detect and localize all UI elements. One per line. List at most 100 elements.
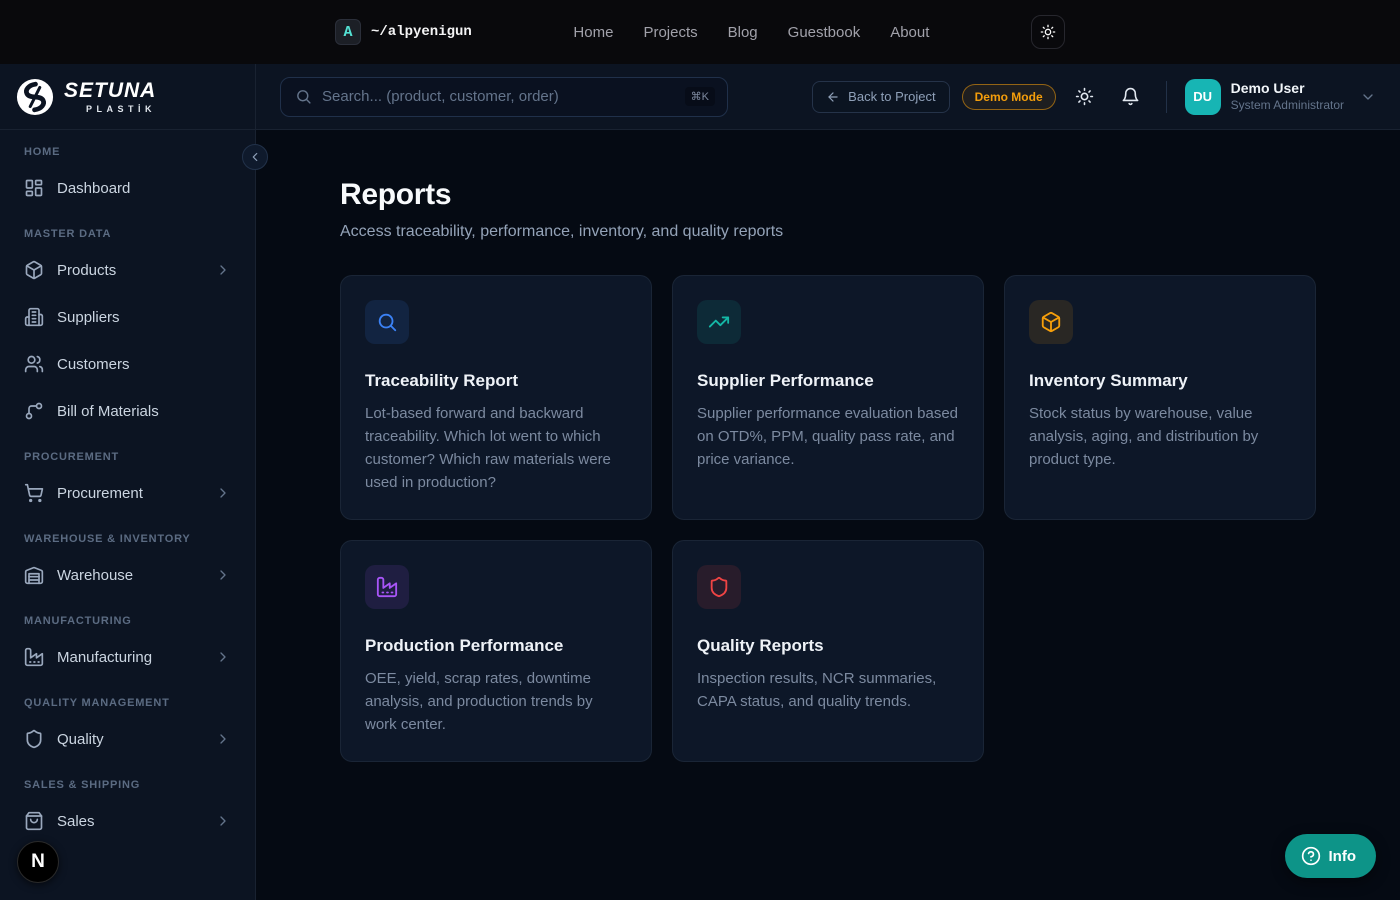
- user-role: System Administrator: [1231, 98, 1344, 113]
- factory-icon: [24, 647, 44, 667]
- warehouse-icon: [24, 565, 44, 585]
- card-title: Supplier Performance: [697, 371, 959, 391]
- sidebar-item-quality[interactable]: Quality: [12, 717, 243, 761]
- app-shell: SETUNA PLASTİK HOME Dashboard MASTER DAT…: [0, 64, 1400, 900]
- brand-subtitle: PLASTİK: [64, 105, 156, 114]
- sidebar-item-label: Suppliers: [57, 309, 231, 326]
- chevron-right-icon: [215, 813, 231, 829]
- chevron-right-icon: [215, 649, 231, 665]
- top-nav-bar: A ~/alpyenigun Home Projects Blog Guestb…: [0, 0, 1400, 64]
- top-nav-about[interactable]: About: [890, 24, 929, 41]
- sidebar-brand[interactable]: SETUNA PLASTİK: [0, 64, 255, 130]
- a-logo-icon: A: [335, 19, 361, 45]
- sun-icon: [1075, 87, 1094, 106]
- sidebar-nav: HOME Dashboard MASTER DATA Products: [0, 130, 255, 846]
- section-label-procurement: PROCUREMENT: [24, 451, 231, 463]
- sidebar-item-customers[interactable]: Customers: [12, 342, 243, 386]
- chevron-right-icon: [215, 485, 231, 501]
- app-header: ⌘K Back to Project Demo Mode: [256, 64, 1400, 130]
- card-quality-reports[interactable]: Quality Reports Inspection results, NCR …: [672, 540, 984, 762]
- top-nav-home[interactable]: Home: [573, 24, 613, 41]
- card-inventory-summary[interactable]: Inventory Summary Stock status by wareho…: [1004, 275, 1316, 520]
- main-column: ⌘K Back to Project Demo Mode: [256, 64, 1400, 900]
- shield-icon: [697, 565, 741, 609]
- page-subtitle: Access traceability, performance, invent…: [340, 223, 1316, 241]
- notifications-button[interactable]: [1114, 80, 1148, 114]
- help-circle-icon: [1301, 846, 1321, 866]
- card-traceability-report[interactable]: Traceability Report Lot-based forward an…: [340, 275, 652, 520]
- card-title: Inventory Summary: [1029, 371, 1291, 391]
- chevron-right-icon: [215, 567, 231, 583]
- building-icon: [24, 307, 44, 327]
- sun-icon: [1040, 24, 1056, 40]
- sidebar-item-dashboard[interactable]: Dashboard: [12, 166, 243, 210]
- sidebar-item-label: Procurement: [57, 485, 202, 502]
- sidebar-item-label: Products: [57, 262, 202, 279]
- section-label-home: HOME: [24, 146, 231, 158]
- demo-mode-badge: Demo Mode: [962, 84, 1056, 110]
- package-icon: [24, 260, 44, 280]
- trending-up-icon: [697, 300, 741, 344]
- top-nav-blog[interactable]: Blog: [728, 24, 758, 41]
- avatar: DU: [1185, 79, 1221, 115]
- sidebar-item-suppliers[interactable]: Suppliers: [12, 295, 243, 339]
- card-description: Inspection results, NCR summaries, CAPA …: [697, 668, 959, 714]
- chevron-right-icon: [215, 731, 231, 747]
- theme-toggle-button[interactable]: [1031, 15, 1065, 49]
- sidebar-collapse-button[interactable]: [242, 144, 268, 170]
- header-divider: [1166, 81, 1167, 113]
- report-cards-grid: Traceability Report Lot-based forward an…: [340, 275, 1316, 762]
- sidebar-item-products[interactable]: Products: [12, 248, 243, 292]
- header-actions: Back to Project Demo Mode DU: [812, 79, 1376, 115]
- site-handle: ~/alpyenigun: [371, 24, 472, 40]
- card-supplier-performance[interactable]: Supplier Performance Supplier performanc…: [672, 275, 984, 520]
- card-title: Traceability Report: [365, 371, 627, 391]
- section-label-sales-shipping: SALES & SHIPPING: [24, 779, 231, 791]
- sidebar-item-label: Quality: [57, 731, 202, 748]
- user-menu[interactable]: DU Demo User System Administrator: [1185, 79, 1376, 115]
- chevron-down-icon: [1360, 89, 1376, 105]
- card-description: Lot-based forward and backward traceabil…: [365, 403, 627, 495]
- sidebar-item-bill-of-materials[interactable]: Bill of Materials: [12, 389, 243, 433]
- card-production-performance[interactable]: Production Performance OEE, yield, scrap…: [340, 540, 652, 762]
- sidebar-item-sales[interactable]: Sales: [12, 799, 243, 843]
- theme-toggle-header-button[interactable]: [1068, 80, 1102, 114]
- sidebar-item-warehouse[interactable]: Warehouse: [12, 553, 243, 597]
- setuna-logo-icon: [16, 78, 54, 116]
- shopping-cart-icon: [24, 483, 44, 503]
- section-label-manufacturing: MANUFACTURING: [24, 615, 231, 627]
- top-nav-links: Home Projects Blog Guestbook About: [573, 24, 929, 41]
- sidebar-item-label: Manufacturing: [57, 649, 202, 666]
- arrow-left-icon: [826, 90, 840, 104]
- info-button[interactable]: Info: [1285, 834, 1377, 878]
- git-branch-icon: [24, 401, 44, 421]
- sidebar-item-manufacturing[interactable]: Manufacturing: [12, 635, 243, 679]
- sidebar-item-label: Customers: [57, 356, 231, 373]
- nextjs-dev-badge[interactable]: N: [17, 841, 59, 883]
- brand-text: SETUNA PLASTİK: [64, 80, 156, 114]
- search-input[interactable]: [322, 88, 675, 105]
- shield-icon: [24, 729, 44, 749]
- sidebar-item-label: Sales: [57, 813, 202, 830]
- search-icon: [365, 300, 409, 344]
- sidebar-item-label: Warehouse: [57, 567, 202, 584]
- card-description: Supplier performance evaluation based on…: [697, 403, 959, 472]
- card-description: OEE, yield, scrap rates, downtime analys…: [365, 668, 627, 737]
- back-to-project-label: Back to Project: [848, 89, 935, 104]
- top-nav-guestbook[interactable]: Guestbook: [788, 24, 861, 41]
- search-shortcut-kbd: ⌘K: [685, 87, 715, 106]
- chevron-left-icon: [248, 150, 262, 164]
- user-meta: Demo User System Administrator: [1231, 80, 1344, 113]
- sidebar-item-procurement[interactable]: Procurement: [12, 471, 243, 515]
- top-nav-projects[interactable]: Projects: [643, 24, 697, 41]
- sidebar: SETUNA PLASTİK HOME Dashboard MASTER DAT…: [0, 64, 256, 900]
- personal-site-logo[interactable]: A ~/alpyenigun: [335, 19, 472, 45]
- sidebar-item-label: Bill of Materials: [57, 403, 231, 420]
- shopping-bag-icon: [24, 811, 44, 831]
- global-search[interactable]: ⌘K: [280, 77, 728, 117]
- back-to-project-button[interactable]: Back to Project: [812, 81, 949, 113]
- reports-page: Reports Access traceability, performance…: [256, 130, 1400, 900]
- info-button-label: Info: [1329, 848, 1357, 865]
- chevron-right-icon: [215, 262, 231, 278]
- card-title: Production Performance: [365, 636, 627, 656]
